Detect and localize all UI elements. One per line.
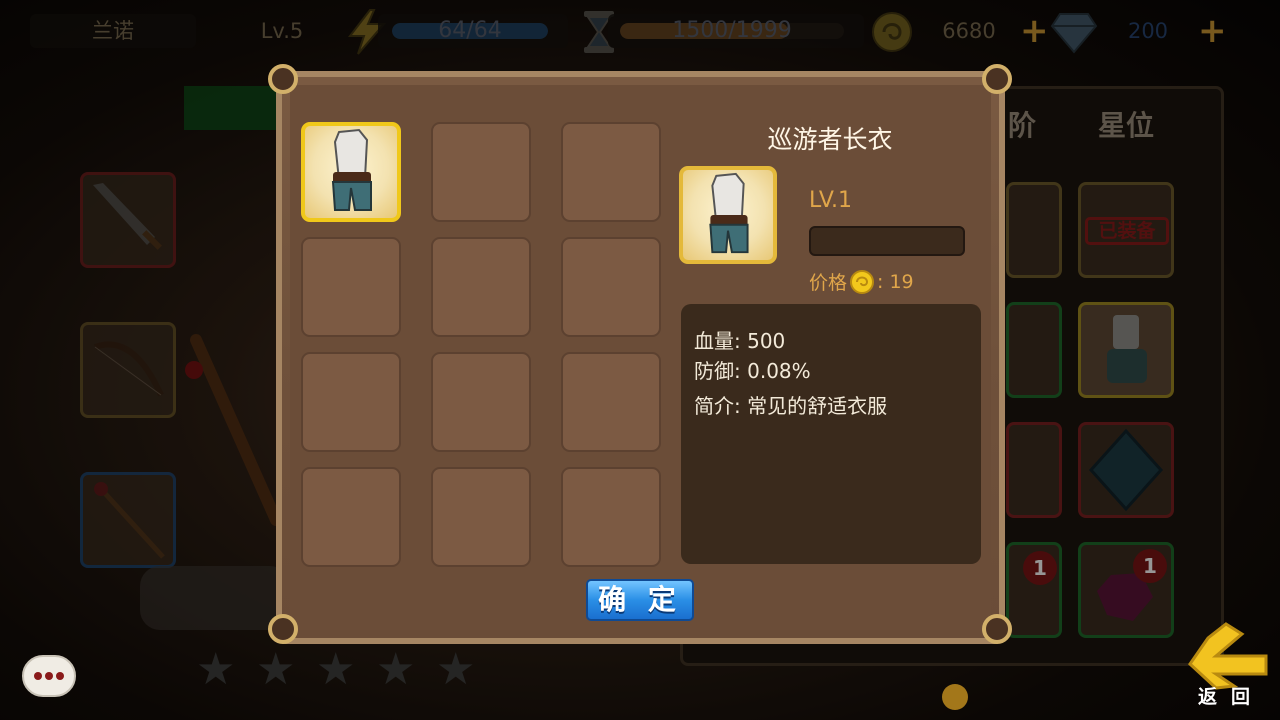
price-label: 价格 [809, 272, 848, 294]
price-value: : 19 [877, 270, 914, 293]
item-detail-icon [679, 166, 777, 264]
corner-ornament-icon [268, 614, 298, 644]
inventory-slot[interactable] [301, 237, 401, 337]
stat-hp: 血量: 500 [694, 325, 785, 354]
inventory-slot[interactable] [561, 467, 661, 567]
inventory-slot[interactable] [301, 467, 401, 567]
corner-ornament-icon [268, 64, 298, 94]
inventory-slot[interactable] [431, 237, 531, 337]
inventory-slot[interactable] [431, 467, 531, 567]
item-price: 价格 : 19 [809, 268, 914, 295]
inventory-slot[interactable] [431, 352, 531, 452]
inventory-slot[interactable] [561, 352, 661, 452]
stat-label: 简介: [694, 394, 741, 418]
traveler-robe-icon [331, 128, 372, 211]
inventory-slot[interactable] [561, 122, 661, 222]
stat-label: 防御: [694, 359, 741, 383]
stat-value: 500 [747, 329, 786, 353]
gold-coin-icon [850, 269, 875, 294]
stat-defense: 防御: 0.08% [694, 355, 811, 384]
chat-button[interactable] [22, 655, 76, 697]
corner-ornament-icon [982, 64, 1012, 94]
back-label: 返回 [1198, 686, 1265, 708]
stat-value: 0.08% [747, 359, 811, 383]
stat-description: 简介: 常见的舒适衣服 [694, 390, 887, 419]
item-level: LV.1 [809, 188, 853, 213]
back-arrow-icon [1188, 622, 1268, 690]
traveler-robe-icon [709, 172, 749, 254]
inventory-slot[interactable] [301, 352, 401, 452]
coin-icon [942, 684, 968, 710]
chat-bubble-icon [34, 672, 64, 680]
item-exp-bar [809, 226, 965, 256]
inventory-slot[interactable] [561, 237, 661, 337]
stat-label: 血量: [694, 329, 741, 353]
inventory-slot[interactable] [431, 122, 531, 222]
corner-ornament-icon [982, 614, 1012, 644]
confirm-button[interactable]: 确 定 [586, 579, 694, 621]
stat-value: 常见的舒适衣服 [747, 394, 888, 418]
inventory-slot[interactable] [301, 122, 401, 222]
item-name: 巡游者长衣 [767, 125, 893, 154]
